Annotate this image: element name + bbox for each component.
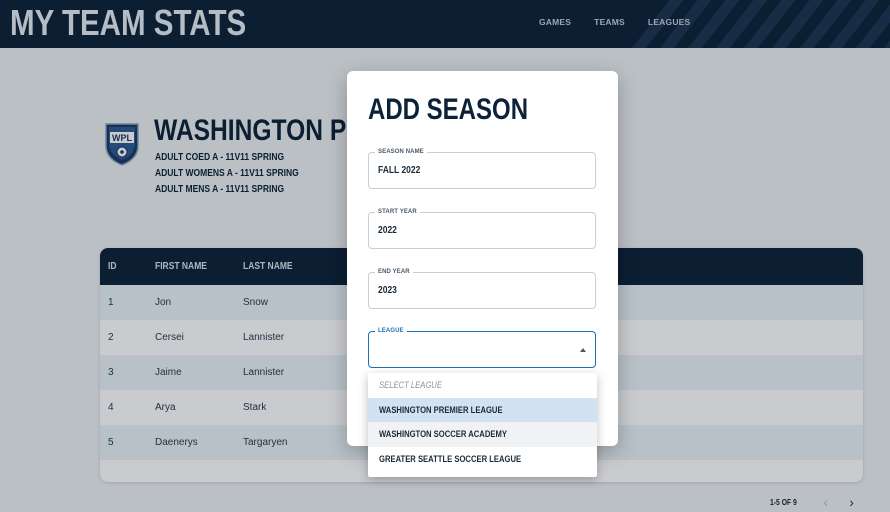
league-option-placeholder[interactable]: SELECT LEAGUE [368,373,597,398]
league-select[interactable]: LEAGUE [368,327,596,368]
season-name-field[interactable]: SEASON NAME FALL 2022 [368,148,596,189]
option-label: GREATER SEATTLE SOCCER LEAGUE [379,453,522,464]
league-option[interactable]: WASHINGTON SOCCER ACADEMY [368,422,597,447]
league-options-list: SELECT LEAGUE WASHINGTON PREMIER LEAGUE … [368,373,597,477]
option-label: SELECT LEAGUE [379,380,442,390]
dialog-title: ADD SEASON [368,93,529,126]
season-name-label: SEASON NAME [375,148,427,156]
start-year-value[interactable]: 2022 [378,225,397,236]
league-label: LEAGUE [375,327,407,335]
end-year-field[interactable]: END YEAR 2023 [368,268,596,309]
league-option[interactable]: WASHINGTON PREMIER LEAGUE [368,397,597,422]
start-year-label: START YEAR [375,208,420,216]
end-year-value[interactable]: 2023 [378,285,397,296]
season-name-value[interactable]: FALL 2022 [378,165,420,176]
option-label: WASHINGTON SOCCER ACADEMY [379,429,507,439]
league-option[interactable]: GREATER SEATTLE SOCCER LEAGUE [368,447,597,472]
start-year-field[interactable]: START YEAR 2022 [368,208,596,249]
caret-up-icon[interactable] [580,348,586,352]
option-label: WASHINGTON PREMIER LEAGUE [379,404,503,415]
end-year-label: END YEAR [375,268,413,276]
